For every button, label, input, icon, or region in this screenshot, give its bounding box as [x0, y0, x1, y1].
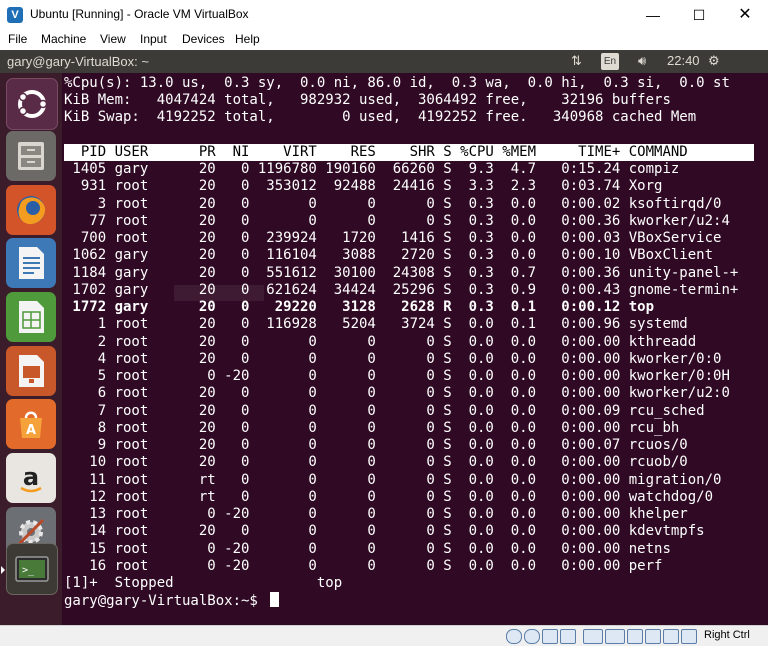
ubuntu-software-center-icon[interactable]: A: [6, 399, 56, 449]
display-icon[interactable]: [627, 629, 643, 644]
mem-summary-line: KiB Mem: 4047424 total, 982932 used, 306…: [64, 92, 671, 108]
shell-prompt: gary@gary-VirtualBox:~$: [64, 593, 267, 609]
libreoffice-impress-icon[interactable]: [6, 346, 56, 396]
table-row: 1 root 20 0 116928 5204 3724 S 0.0 0.1 0…: [64, 316, 688, 332]
minimize-button[interactable]: —: [630, 0, 676, 30]
audio-icon[interactable]: [542, 629, 558, 644]
svg-text:a: a: [23, 463, 39, 491]
table-row: 6 root 20 0 0 0 0 S 0.0 0.0 0:00.00 kwor…: [64, 385, 730, 401]
job-stopped-line: [1]+ Stopped top: [64, 575, 343, 591]
table-row: 12 root rt 0 0 0 0 S 0.0 0.0 0:00.00 wat…: [64, 489, 714, 505]
table-row: 9 root 20 0 0 0 0 S 0.0 0.0 0:00.07 rcuo…: [64, 437, 688, 453]
vm-menubar: File Machine View Input Devices Help: [0, 30, 768, 50]
menu-view[interactable]: View: [100, 32, 126, 46]
amazon-icon[interactable]: a: [6, 453, 56, 503]
table-row: 931 root 20 0 353012 92488 24416 S 3.3 2…: [64, 178, 663, 194]
menu-help[interactable]: Help: [235, 32, 260, 46]
table-row: 14 root 20 0 0 0 0 S 0.0 0.0 0:00.00 kde…: [64, 523, 705, 539]
network-icon[interactable]: [560, 629, 576, 644]
window-title-bar[interactable]: V Ubuntu [Running] - Oracle VM VirtualBo…: [0, 0, 768, 30]
menu-machine[interactable]: Machine: [41, 32, 86, 46]
menu-devices[interactable]: Devices: [182, 32, 225, 46]
table-row-highlighted: 1772 gary 20 0 29220 3128 2628 R 0.3 0.1…: [64, 299, 655, 315]
table-row: 13 root 0 -20 0 0 0 S 0.0 0.0 0:00.00 kh…: [64, 506, 688, 522]
virtualbox-app-icon: V: [7, 7, 23, 23]
window-title: Ubuntu [Running] - Oracle VM VirtualBox: [30, 7, 249, 21]
cpu-icon[interactable]: [663, 629, 679, 644]
menu-input[interactable]: Input: [140, 32, 167, 46]
hard-disk-icon[interactable]: [506, 629, 522, 644]
swap-summary-line: KiB Swap: 4192252 total, 0 used, 4192252…: [64, 109, 697, 125]
terminal-window[interactable]: %Cpu(s): 13.0 us, 0.3 sy, 0.0 ni, 86.0 i…: [62, 73, 768, 625]
table-row: 1405 gary 20 0 1196780 190160 66260 S 9.…: [64, 161, 680, 177]
settings-gear-icon[interactable]: ⚙: [708, 53, 720, 69]
close-button[interactable]: ✕: [722, 0, 768, 30]
table-row: 7 root 20 0 0 0 0 S 0.0 0.0 0:00.09 rcu_…: [64, 403, 705, 419]
shell-prompt-line[interactable]: gary@gary-VirtualBox:~$: [64, 592, 280, 609]
usb-icon[interactable]: [583, 629, 603, 644]
table-row: 1702 gary 20 0 621624 34424 25296 S 0.3 …: [64, 282, 739, 298]
svg-text:>_: >_: [22, 565, 35, 576]
process-table-header: PID USER PR NI VIRT RES SHR S %CPU %MEM …: [64, 144, 754, 161]
volume-icon[interactable]: 🔊︎: [638, 53, 646, 69]
optical-drive-icon[interactable]: [524, 629, 540, 644]
table-row: 77 root 20 0 0 0 0 S 0.3 0.0 0:00.36 kwo…: [64, 213, 730, 229]
libreoffice-calc-icon[interactable]: [6, 292, 56, 342]
ubuntu-top-panel: gary@gary-VirtualBox: ~ ⇅ En 🔊︎ 22:40 ⚙: [0, 50, 768, 73]
host-key-label: Right Ctrl: [704, 629, 750, 641]
table-row: 15 root 0 -20 0 0 0 S 0.0 0.0 0:00.00 ne…: [64, 541, 671, 557]
mouse-integration-icon[interactable]: [681, 629, 697, 644]
panel-clock[interactable]: 22:40: [667, 53, 700, 68]
shared-folders-icon[interactable]: [605, 629, 625, 644]
table-row: 4 root 20 0 0 0 0 S 0.0 0.0 0:00.00 kwor…: [64, 351, 722, 367]
table-row: 11 root rt 0 0 0 0 S 0.0 0.0 0:00.00 mig…: [64, 472, 722, 488]
keyboard-layout-indicator[interactable]: En: [601, 53, 619, 70]
text-cursor: [270, 592, 280, 607]
vm-status-bar: Right Ctrl: [0, 625, 768, 646]
libreoffice-writer-icon[interactable]: [6, 238, 56, 288]
table-row: 3 root 20 0 0 0 0 S 0.3 0.0 0:00.02 ksof…: [64, 196, 722, 212]
ubuntu-dash-icon[interactable]: [6, 78, 58, 130]
cpu-summary-line: %Cpu(s): 13.0 us, 0.3 sy, 0.0 ni, 86.0 i…: [64, 75, 730, 91]
terminal-icon[interactable]: >_: [6, 543, 58, 595]
maximize-button[interactable]: ☐: [676, 0, 722, 30]
video-capture-icon[interactable]: [645, 629, 661, 644]
table-row: 8 root 20 0 0 0 0 S 0.0 0.0 0:00.00 rcu_…: [64, 420, 680, 436]
table-row: 10 root 20 0 0 0 0 S 0.0 0.0 0:00.00 rcu…: [64, 454, 688, 470]
panel-window-title: gary@gary-VirtualBox: ~: [7, 54, 149, 69]
firefox-icon[interactable]: [6, 185, 56, 235]
table-row: 16 root 0 -20 0 0 0 S 0.0 0.0 0:00.00 pe…: [64, 558, 663, 574]
table-row: 5 root 0 -20 0 0 0 S 0.0 0.0 0:00.00 kwo…: [64, 368, 730, 384]
table-row: 2 root 20 0 0 0 0 S 0.0 0.0 0:00.00 kthr…: [64, 334, 697, 350]
files-icon[interactable]: [6, 131, 56, 181]
table-row: 700 root 20 0 239924 1720 1416 S 0.3 0.0…: [64, 230, 722, 246]
table-row: 1062 gary 20 0 116104 3088 2720 S 0.3 0.…: [64, 247, 714, 263]
unity-launcher: A a >_: [0, 73, 63, 625]
active-app-indicator: [1, 566, 5, 574]
svg-text:A: A: [26, 423, 36, 438]
network-sort-icon[interactable]: ⇅: [571, 53, 582, 69]
table-row: 1184 gary 20 0 551612 30100 24308 S 0.3 …: [64, 265, 739, 281]
menu-file[interactable]: File: [8, 32, 27, 46]
